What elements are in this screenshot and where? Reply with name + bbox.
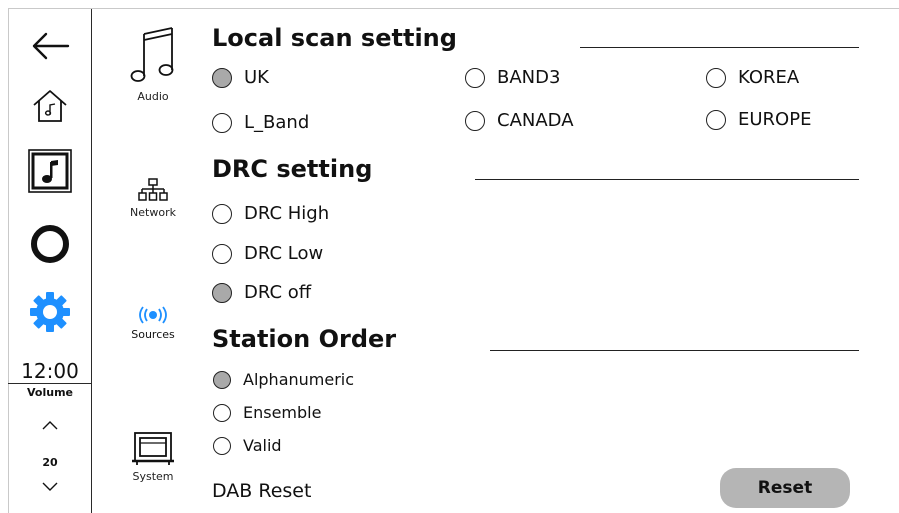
radio-label: EUROPE xyxy=(738,109,812,130)
radio-canada[interactable]: CANADA xyxy=(465,110,574,131)
back-arrow-icon[interactable] xyxy=(8,31,92,61)
radio-label: KOREA xyxy=(738,67,800,88)
music-notes-icon xyxy=(130,27,174,82)
volume-down-chevron-icon[interactable] xyxy=(8,479,92,495)
radio-valid[interactable]: Valid xyxy=(213,436,282,455)
radio-circle[interactable] xyxy=(212,203,232,224)
volume-up-chevron-icon[interactable] xyxy=(8,417,92,433)
radio-label: Alphanumeric xyxy=(243,370,355,389)
network-icon xyxy=(138,178,168,201)
music-note-icon[interactable] xyxy=(8,146,92,196)
category-label: Sources xyxy=(131,328,175,341)
station-order-title: Station Order xyxy=(212,325,397,353)
home-music-icon[interactable] xyxy=(8,87,92,125)
radio-label: DRC off xyxy=(244,282,312,303)
section-divider xyxy=(490,350,859,351)
radio-label: BAND3 xyxy=(497,67,561,88)
alexa-ring-icon[interactable] xyxy=(8,221,92,267)
radio-alphanumeric[interactable]: Alphanumeric xyxy=(213,370,354,389)
broadcast-icon xyxy=(139,306,167,324)
radio-label: UK xyxy=(244,67,269,88)
section-divider xyxy=(580,47,859,48)
radio-label: Valid xyxy=(243,436,282,455)
drc-title: DRC setting xyxy=(212,155,373,183)
category-network[interactable]: Network xyxy=(110,178,196,219)
radio-circle[interactable] xyxy=(465,67,485,88)
category-system[interactable]: System xyxy=(110,432,196,483)
radio-korea[interactable]: KOREA xyxy=(706,67,799,88)
divider xyxy=(8,383,92,384)
radio-circle[interactable] xyxy=(213,370,231,389)
radio-circle[interactable] xyxy=(212,243,232,264)
left-rail: 12:00 Volume 20 xyxy=(8,9,92,513)
section-divider xyxy=(475,179,859,180)
radio-uk[interactable]: UK xyxy=(212,67,269,88)
radio-circle[interactable] xyxy=(212,67,232,88)
radio-label: L_Band xyxy=(244,112,310,133)
volume-value: 20 xyxy=(42,456,58,469)
radio-europe[interactable]: EUROPE xyxy=(706,109,811,130)
reset-button[interactable]: Reset xyxy=(720,468,850,508)
category-label: System xyxy=(132,470,174,483)
radio-label: CANADA xyxy=(497,110,574,131)
radio-circle[interactable] xyxy=(706,109,726,130)
volume-label: Volume xyxy=(27,386,73,399)
radio-drc-high[interactable]: DRC High xyxy=(212,203,329,224)
radio-label: DRC Low xyxy=(244,243,324,264)
radio-circle[interactable] xyxy=(213,403,231,422)
radio-ensemble[interactable]: Ensemble xyxy=(213,403,321,422)
radio-circle[interactable] xyxy=(213,436,231,455)
radio-drc-low[interactable]: DRC Low xyxy=(212,243,323,264)
radio-drc-off[interactable]: DRC off xyxy=(212,282,311,303)
category-label: Network xyxy=(130,206,176,219)
local-scan-title: Local scan setting xyxy=(212,24,457,52)
category-audio[interactable]: Audio xyxy=(110,24,196,103)
radio-label: DRC High xyxy=(244,203,330,224)
radio-l-band[interactable]: L_Band xyxy=(212,112,309,133)
radio-circle[interactable] xyxy=(212,282,232,303)
radio-circle[interactable] xyxy=(706,67,726,88)
system-device-icon xyxy=(132,432,174,465)
category-sources[interactable]: Sources xyxy=(110,306,196,341)
radio-circle[interactable] xyxy=(465,110,485,131)
radio-band3[interactable]: BAND3 xyxy=(465,67,560,88)
dab-reset-label: DAB Reset xyxy=(212,480,312,502)
clock: 12:00 xyxy=(21,359,79,383)
radio-label: Ensemble xyxy=(243,403,322,422)
radio-circle[interactable] xyxy=(212,112,232,133)
gear-icon[interactable] xyxy=(8,289,92,335)
category-label: Audio xyxy=(137,90,169,103)
